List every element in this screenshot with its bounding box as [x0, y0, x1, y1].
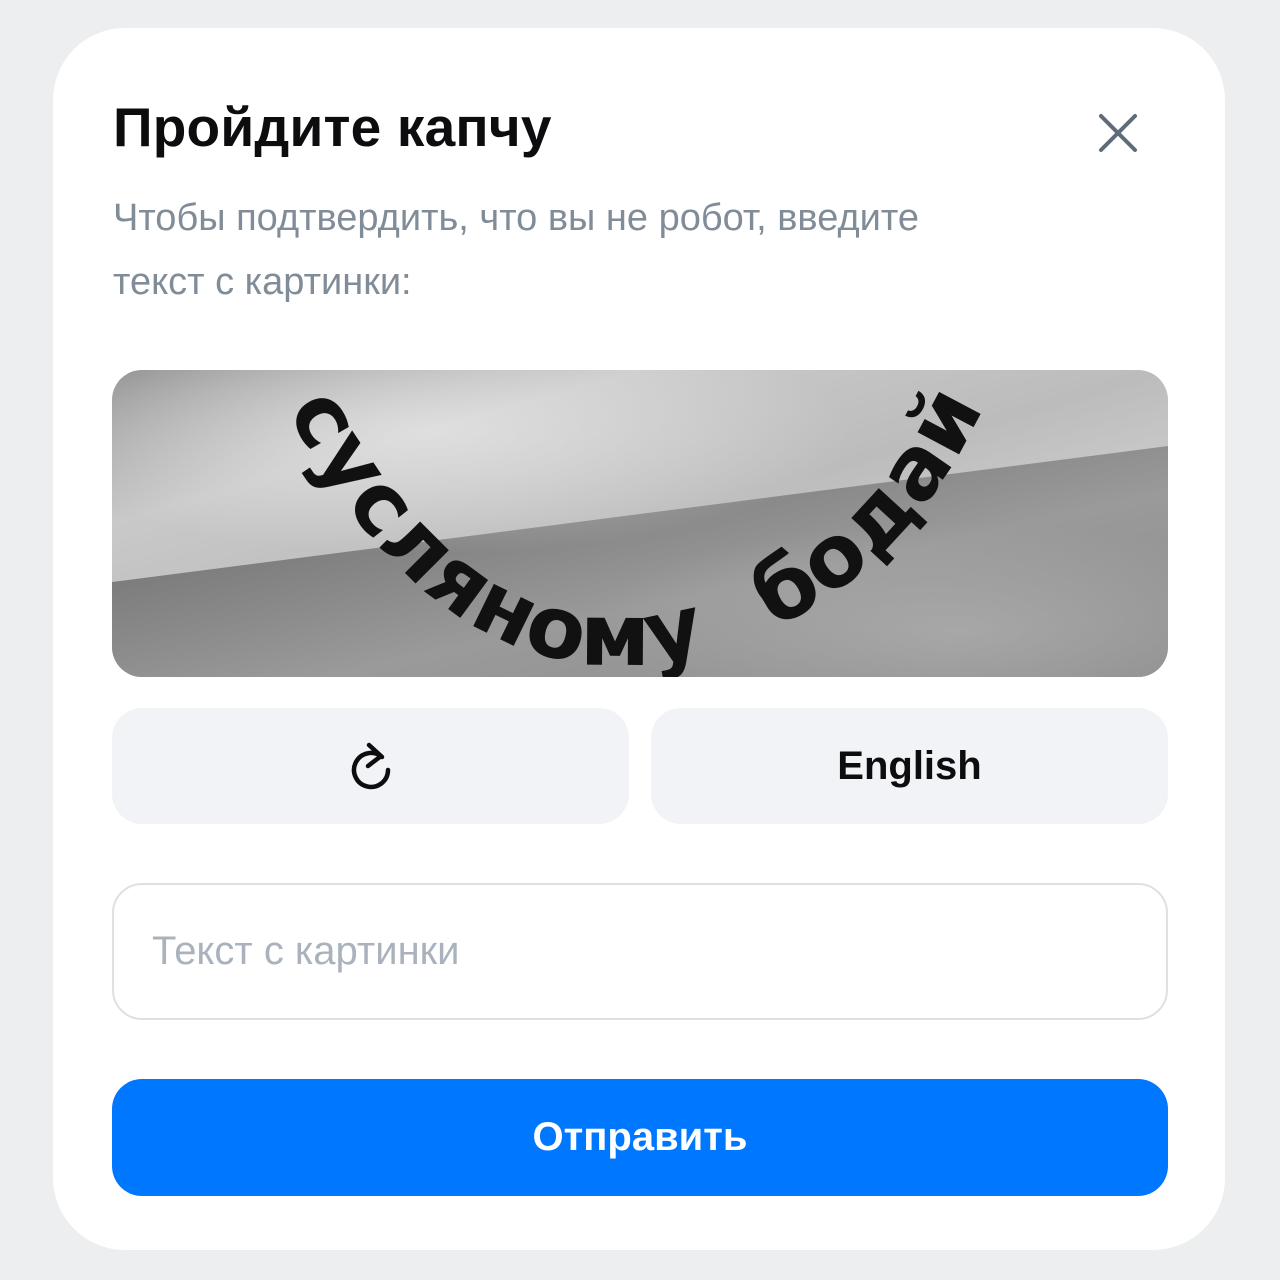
captcha-text-input[interactable] — [112, 883, 1168, 1020]
refresh-captcha-button[interactable] — [112, 708, 629, 824]
dialog-subtitle: Чтобы подтвердить, что вы не робот, введ… — [113, 197, 919, 303]
close-button[interactable] — [1089, 104, 1147, 162]
dialog-title: Пройдите капчу — [113, 96, 552, 158]
submit-button[interactable]: Отправить — [112, 1079, 1168, 1196]
language-button[interactable]: English — [651, 708, 1168, 824]
close-icon — [1099, 114, 1137, 152]
captcha-dialog: Пройдите капчу Чтобы подтвердить, что вы… — [53, 28, 1225, 1250]
refresh-icon — [351, 742, 390, 790]
captcha-image: суcляному бодай — [112, 370, 1168, 677]
